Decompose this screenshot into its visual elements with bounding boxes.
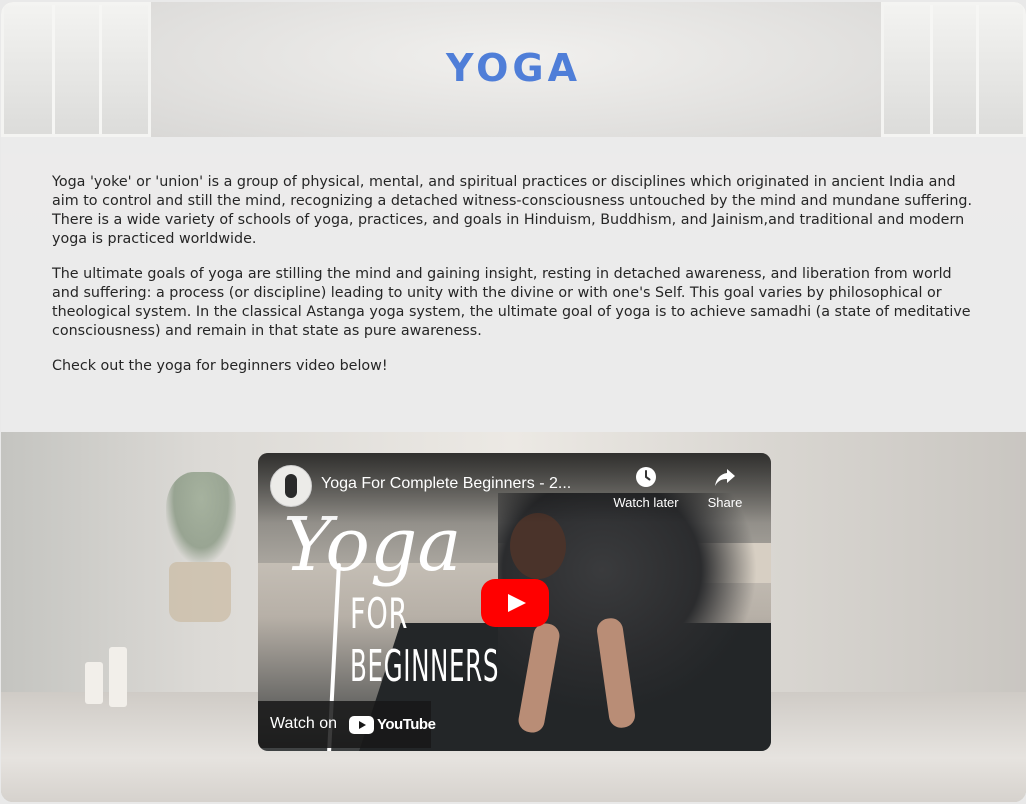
page-background: YOGA Yoga 'yoke' or 'union' is a group o… (1, 2, 1026, 802)
thumbnail-beginners-text: BEGINNERS (350, 641, 500, 692)
candle-backdrop (109, 647, 127, 707)
article-paragraph: Yoga 'yoke' or 'union' is a group of phy… (52, 174, 973, 209)
watch-on-label: Watch on (270, 715, 337, 732)
share-label: Share (707, 495, 743, 510)
article-paragraph: There is a wide variety of schools of yo… (52, 212, 965, 247)
thumbnail-for-text: FOR (350, 589, 409, 638)
video-title-link[interactable]: Yoga For Complete Beginners - 2... (321, 475, 601, 493)
page-header: YOGA (1, 2, 1026, 137)
watch-later-button[interactable]: Watch later (606, 465, 686, 510)
plant-pot-backdrop (169, 562, 231, 622)
article-panel: Yoga 'yoke' or 'union' is a group of phy… (1, 137, 1026, 432)
page-title: YOGA (445, 46, 582, 90)
youtube-video-embed[interactable]: Yoga FOR BEGINNERS Yoga For Complete Beg… (258, 453, 771, 751)
article-paragraph: The ultimate goals of yoga are stilling … (52, 266, 971, 339)
watch-on-youtube-button[interactable]: Watch on YouTube (258, 701, 436, 748)
candle-backdrop (85, 662, 103, 704)
youtube-play-icon (349, 716, 374, 734)
watch-later-label: Watch later (613, 495, 679, 510)
share-button[interactable]: Share (685, 465, 765, 510)
channel-avatar[interactable] (270, 465, 312, 507)
plant-backdrop (166, 472, 236, 562)
video-callout-text: Check out the yoga for beginners video b… (52, 358, 388, 374)
youtube-wordmark: YouTube (377, 716, 436, 733)
play-button[interactable] (481, 579, 549, 627)
clock-icon (636, 467, 656, 487)
youtube-logo: YouTube (349, 716, 436, 734)
share-arrow-icon (715, 469, 735, 486)
